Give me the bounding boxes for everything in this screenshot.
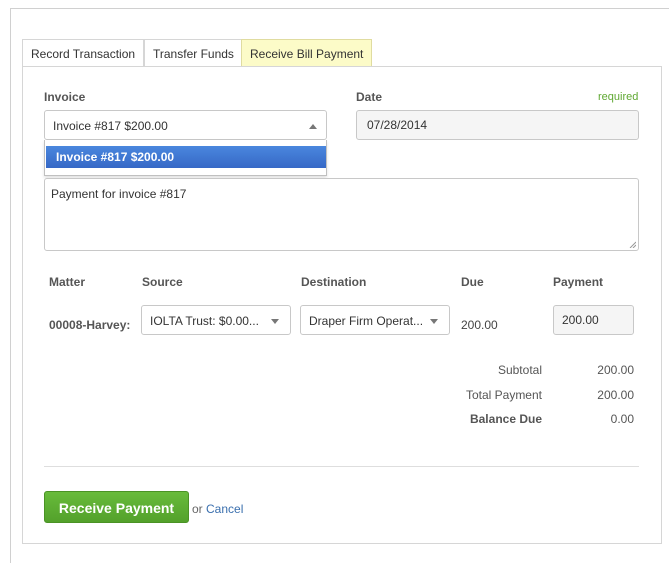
tab-label: Transfer Funds <box>153 47 234 61</box>
invoice-select-value: Invoice #817 $200.00 <box>53 119 168 133</box>
subtotal-label: Subtotal <box>497 363 542 377</box>
payment-header: Payment <box>553 275 604 289</box>
matter-cell: 00008-Harvey: <box>49 318 131 332</box>
frame-top-border <box>10 8 669 9</box>
source-select[interactable]: IOLTA Trust: $0.00... <box>141 305 291 335</box>
destination-header: Destination <box>301 275 367 289</box>
tab-transfer-funds[interactable]: Transfer Funds <box>144 39 243 67</box>
date-input[interactable] <box>356 110 639 140</box>
tab-label: Receive Bill Payment <box>250 47 364 61</box>
due-cell: 200.00 <box>461 318 498 332</box>
frame-left-border <box>10 8 11 563</box>
cancel-link[interactable]: Cancel <box>206 502 243 516</box>
invoice-dropdown-list: Invoice #817 $200.00 <box>44 140 327 176</box>
chevron-down-icon <box>271 319 279 324</box>
required-indicator: required <box>598 91 639 103</box>
tab-receive-bill-payment[interactable]: Receive Bill Payment <box>241 39 373 67</box>
destination-select-value: Draper Firm Operat... <box>309 314 424 328</box>
source-header: Source <box>142 275 183 289</box>
due-header: Due <box>461 275 484 289</box>
invoice-option[interactable]: Invoice #817 $200.00 <box>46 146 326 168</box>
caret-up-icon <box>309 124 317 129</box>
total-payment-value: 200.00 <box>597 388 634 402</box>
memo-textarea[interactable]: Payment for invoice #817 <box>44 178 639 251</box>
invoice-select[interactable]: Invoice #817 $200.00 <box>44 110 327 140</box>
subtotal-value: 200.00 <box>597 363 634 377</box>
actions-divider <box>44 466 639 467</box>
source-select-value: IOLTA Trust: $0.00... <box>150 314 259 328</box>
or-text: or <box>192 502 203 516</box>
matter-header: Matter <box>49 275 86 289</box>
resize-handle-icon[interactable] <box>629 241 636 248</box>
payment-input[interactable] <box>553 305 634 335</box>
chevron-down-icon <box>430 319 438 324</box>
receive-payment-button[interactable]: Receive Payment <box>44 491 189 523</box>
total-payment-label: Total Payment <box>465 388 542 402</box>
invoice-label: Invoice <box>44 90 86 104</box>
date-label: Date <box>356 90 383 104</box>
destination-select[interactable]: Draper Firm Operat... <box>300 305 450 335</box>
balance-due-label: Balance Due <box>469 412 542 426</box>
balance-due-value: 0.00 <box>610 412 634 426</box>
tab-label: Record Transaction <box>31 47 136 61</box>
tab-record-transaction[interactable]: Record Transaction <box>22 39 145 67</box>
memo-text: Payment for invoice #817 <box>51 187 187 201</box>
